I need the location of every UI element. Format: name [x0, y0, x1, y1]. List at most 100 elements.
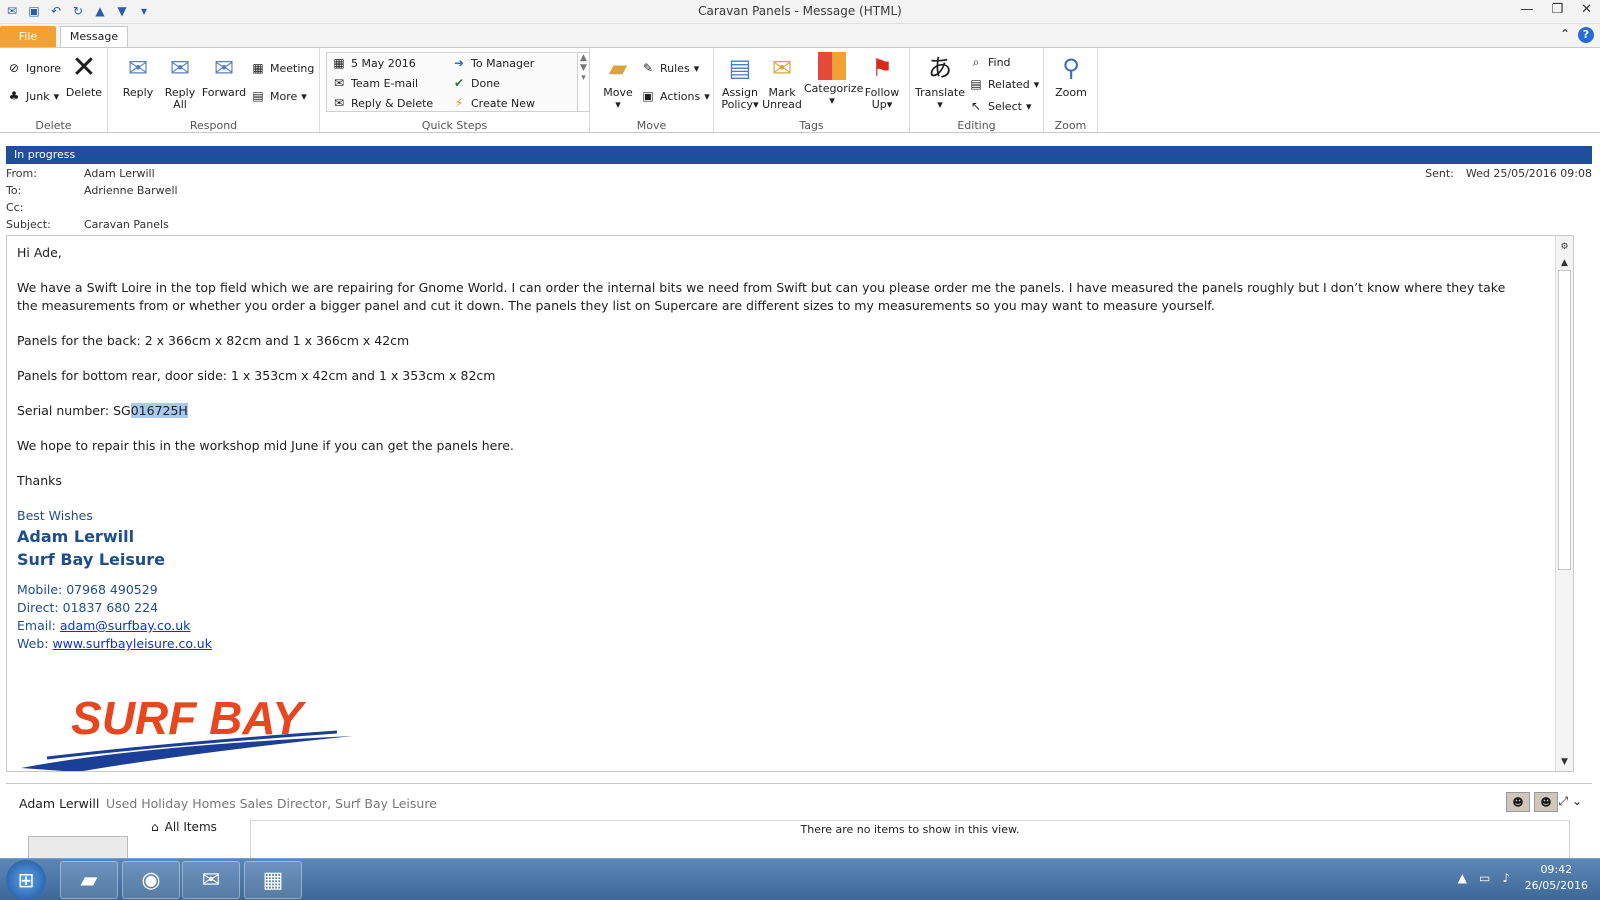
quick-steps-scroll[interactable]: ▲ ▼ ▾ — [578, 52, 590, 112]
delete-icon: ✕ — [71, 50, 97, 85]
start-button[interactable]: ⊞ — [6, 860, 46, 900]
paragraph-3: Panels for bottom rear, door side: 1 x 3… — [17, 368, 496, 383]
email-link[interactable]: adam@surfbay.co.uk — [60, 618, 191, 633]
reply-icon: ✉ — [127, 54, 149, 82]
paragraph-2: Panels for the back: 2 x 366cm x 82cm an… — [17, 333, 410, 348]
collapse-pane-icon[interactable]: ⌄ — [1572, 794, 1582, 808]
signature-mobile: Mobile: 07968 490529 — [17, 582, 158, 597]
select-button[interactable]: ↖ Select ▾ — [968, 96, 1032, 116]
mark-unread-button[interactable]: ✉ Mark Unread — [758, 52, 806, 111]
move-folder-icon: ▰ — [608, 54, 628, 82]
all-items-tab[interactable]: ⌂ All Items — [151, 820, 217, 834]
people-pane-name[interactable]: Adam Lerwill — [19, 796, 99, 811]
outlook-taskbar-button[interactable]: ✉ — [182, 861, 240, 899]
message-body[interactable]: Hi Ade, We have a Swift Loire in the top… — [6, 235, 1574, 772]
forward-button[interactable]: ✉ Forward — [200, 52, 248, 99]
restore-icon[interactable]: ❐ — [1551, 2, 1563, 17]
sender-name[interactable]: Adam Lerwill — [84, 167, 155, 180]
translate-button[interactable]: あ Translate ▾ — [914, 52, 966, 111]
rules-button[interactable]: ✎ Rules ▾ — [640, 58, 699, 78]
help-icon[interactable]: ? — [1578, 27, 1594, 43]
meeting-icon: ▦ — [252, 61, 264, 75]
more-button[interactable]: ▤ More ▾ — [250, 86, 306, 106]
taskbar: ⊞ ▰ ◉ ✉ ▦ ▲ ▭ ♪ 09:42 26/05/2016 — [0, 858, 1600, 900]
junk-button[interactable]: ♣ Junk ▾ — [6, 86, 59, 106]
quick-step-to-manager[interactable]: ➜ To Manager — [451, 53, 534, 73]
surf-bay-logo: SURF BAY — [21, 692, 353, 771]
tab-file[interactable]: File — [0, 26, 56, 48]
mark-unread-icon: ✉ — [771, 54, 793, 82]
zoom-group-label: Zoom — [1054, 119, 1087, 132]
body-scrollbar[interactable]: ⚙ ▲ ▼ — [1555, 236, 1573, 771]
scroll-thumb[interactable] — [1558, 270, 1571, 570]
scroll-down-icon[interactable]: ▼ — [1556, 755, 1573, 769]
signature-name: Adam Lerwill — [17, 527, 135, 546]
signature: Best Wishes Adam Lerwill Surf Bay Leisur… — [17, 507, 1517, 653]
delete-button[interactable]: ✕ Delete — [60, 52, 108, 99]
quick-step-5-may[interactable]: ▦ 5 May 2016 — [331, 53, 415, 73]
move-button[interactable]: ▰ Move ▾ — [594, 52, 642, 111]
team-email-icon: ✉ — [333, 76, 345, 90]
tab-message[interactable]: Message — [60, 26, 128, 48]
signature-direct: Direct: 01837 680 224 — [17, 600, 159, 615]
quick-step-team-email[interactable]: ✉ Team E-mail — [331, 73, 418, 93]
quick-step-reply-delete[interactable]: ✉ Reply & Delete — [331, 93, 433, 113]
paragraph-5: We hope to repair this in the workshop m… — [17, 438, 514, 453]
respond-group: ✉ Reply ✉ Reply All ✉ Forward ▦ Meeting ▤ More… — [108, 48, 320, 134]
reply-button[interactable]: ✉ Reply — [114, 52, 162, 99]
volume-icon[interactable]: ♪ — [1502, 871, 1510, 885]
close-icon[interactable]: ✕ — [1581, 2, 1592, 17]
assign-policy-button[interactable]: ▤ Assign Policy▾ — [716, 52, 764, 111]
quick-steps-group: ▦ 5 May 2016 ➜ To Manager ✉ Team E-mail ✔ Do… — [320, 48, 590, 134]
categorize-button[interactable]: Categorize ▾ — [804, 52, 863, 107]
message-content: Hi Ade, We have a Swift Loire in the top… — [17, 244, 1517, 653]
forward-icon: ✉ — [213, 54, 235, 82]
thanks: Thanks — [17, 473, 62, 488]
recipient-name[interactable]: Adrienne Barwell — [84, 184, 178, 197]
show-hidden-icons[interactable]: ▲ — [1458, 871, 1467, 885]
zoom-button[interactable]: ⚲ Zoom — [1047, 52, 1095, 99]
app-taskbar-button[interactable]: ▦ — [244, 861, 302, 899]
subject-row: Subject: Caravan Panels — [6, 218, 169, 231]
from-row: From: Adam Lerwill — [6, 167, 155, 180]
tags-group-label: Tags — [799, 119, 824, 132]
respond-group-label: Respond — [189, 119, 238, 132]
quick-step-done[interactable]: ✔ Done — [451, 73, 500, 93]
firefox-taskbar-button[interactable]: ◉ — [122, 861, 180, 899]
expand-icon[interactable]: ⤢ — [1559, 794, 1569, 808]
settings-icon[interactable]: ⚙ — [1556, 240, 1573, 254]
find-button[interactable]: ⌕ Find — [968, 52, 1011, 72]
to-row: To: Adrienne Barwell — [6, 184, 178, 197]
ignore-icon: ⊘ — [8, 61, 20, 75]
editing-group: あ Translate ▾ ⌕ Find ▤ Related ▾ ↖ Select ▾ Edi… — [910, 48, 1044, 134]
follow-up-button[interactable]: ⚑ Follow Up▾ — [858, 52, 906, 111]
checkmark-icon: ✔ — [453, 76, 465, 90]
quick-step-create-new[interactable]: ⚡ Create New — [451, 93, 535, 113]
signature-company: Surf Bay Leisure — [17, 550, 166, 569]
scroll-up-icon[interactable]: ▲ — [1556, 256, 1573, 270]
explorer-taskbar-button[interactable]: ▰ — [60, 861, 118, 899]
rules-icon: ✎ — [642, 61, 654, 75]
meeting-button[interactable]: ▦ Meeting — [250, 58, 314, 78]
lightning-icon: ⚡ — [454, 96, 464, 110]
actions-button[interactable]: ▣ Actions ▾ — [640, 86, 709, 106]
firefox-icon: ◉ — [141, 868, 161, 893]
quick-steps-label: Quick Steps — [421, 119, 488, 132]
web-link[interactable]: www.surfbayleisure.co.uk — [52, 636, 212, 651]
contact-thumbnail-icon[interactable]: ☻ — [1534, 792, 1558, 812]
network-icon[interactable]: ▭ — [1479, 871, 1490, 885]
cursor-icon: ↖ — [970, 99, 982, 113]
reply-all-button[interactable]: ✉ Reply All — [156, 52, 204, 111]
subject-text: Caravan Panels — [84, 218, 169, 231]
related-button[interactable]: ▤ Related ▾ — [968, 74, 1039, 94]
binoculars-icon: ⌕ — [972, 55, 980, 69]
people-pane-role: Used Holiday Homes Sales Director, Surf … — [106, 796, 437, 811]
actions-icon: ▣ — [642, 89, 654, 103]
collapse-ribbon-icon[interactable]: ⌃ — [1560, 27, 1570, 43]
sent-row: Sent: Wed 25/05/2016 09:08 — [1425, 167, 1592, 180]
minimize-icon[interactable]: — — [1520, 2, 1533, 17]
clock[interactable]: 09:42 26/05/2016 — [1525, 862, 1588, 894]
contact-thumbnail-icon[interactable]: ☻ — [1506, 792, 1530, 812]
ignore-button[interactable]: ⊘ Ignore — [6, 58, 61, 78]
reply-all-icon: ✉ — [169, 54, 191, 82]
